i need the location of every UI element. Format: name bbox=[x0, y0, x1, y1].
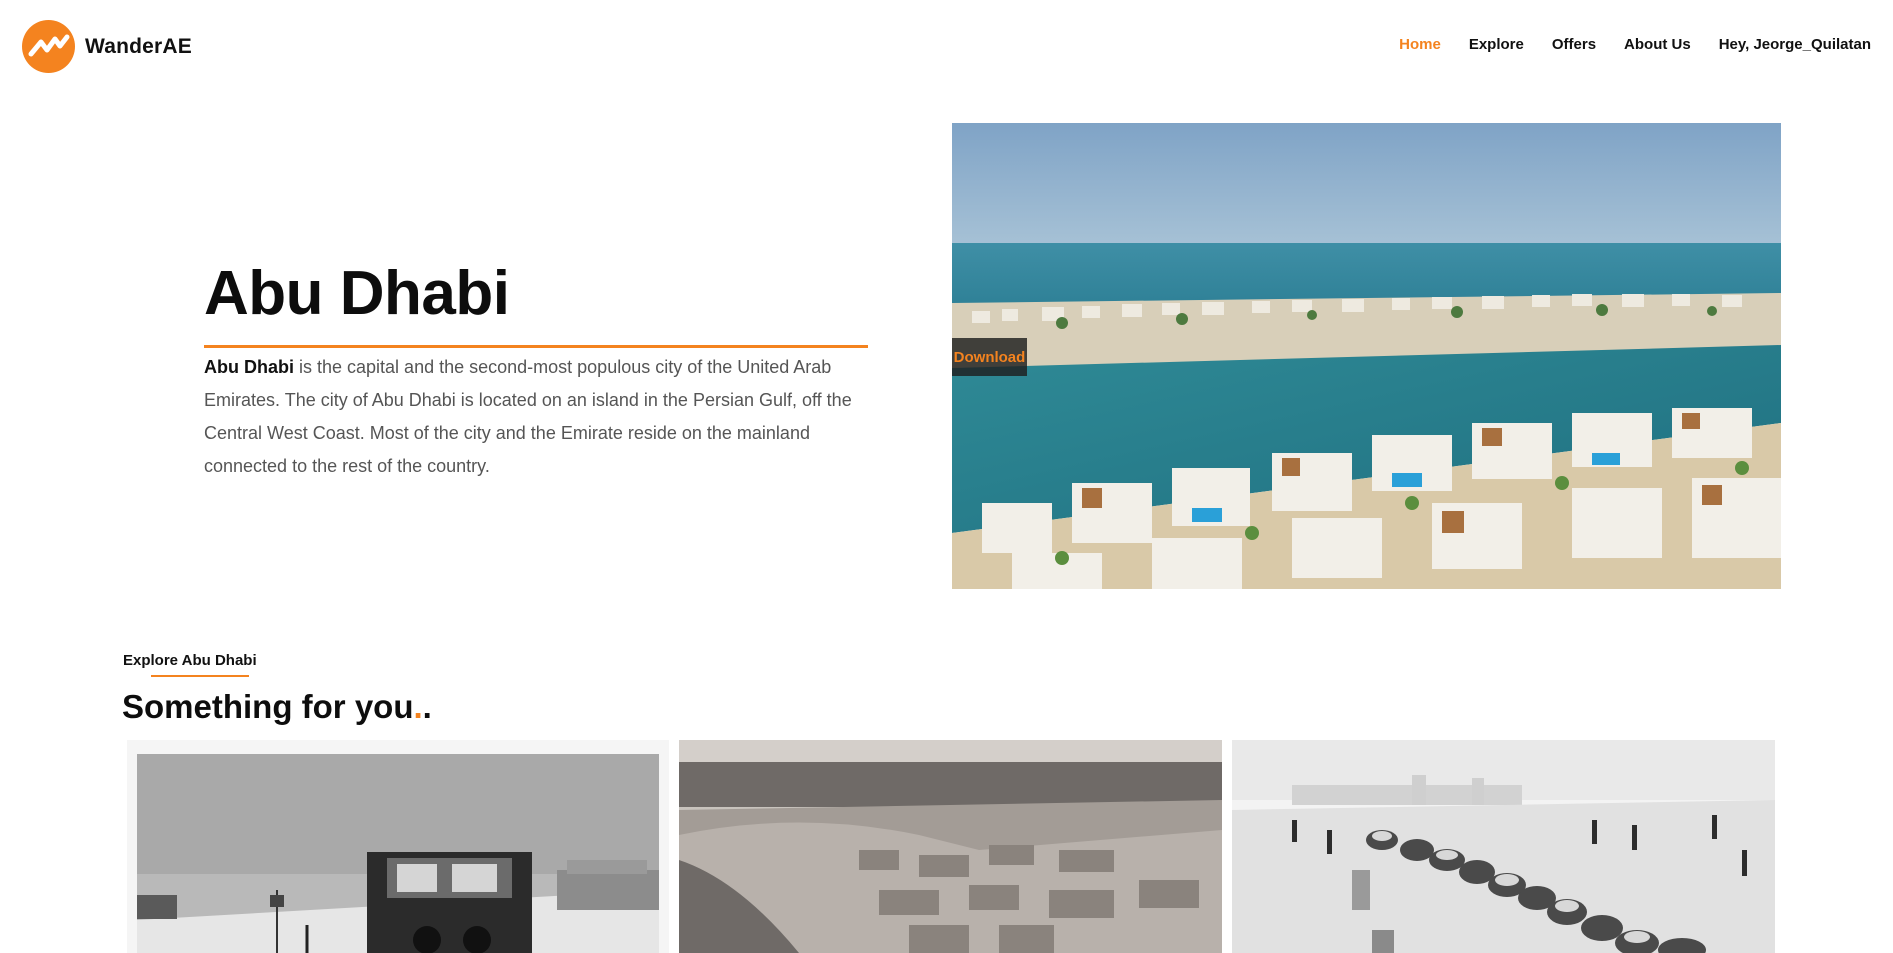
main-menu: Home Explore Offers About Us Hey, Jeorge… bbox=[1399, 36, 1871, 53]
card-aerial-city[interactable] bbox=[679, 740, 1222, 953]
hero-image-abu-dhabi-coast bbox=[952, 123, 1781, 589]
hero-description: Abu Dhabi is the capital and the second-… bbox=[204, 351, 874, 483]
nav-offers[interactable]: Offers bbox=[1552, 36, 1596, 53]
nav-explore[interactable]: Explore bbox=[1469, 36, 1524, 53]
card-camel-gathering[interactable] bbox=[1232, 740, 1775, 953]
download-button[interactable]: Download bbox=[952, 338, 1027, 376]
section-title-dot: . bbox=[422, 688, 432, 725]
nav-user-greeting[interactable]: Hey, Jeorge_Quilatan bbox=[1719, 36, 1871, 53]
card-snow-truck[interactable] bbox=[127, 740, 669, 953]
section-title-text: Something for you bbox=[122, 688, 414, 725]
nav-about-us[interactable]: About Us bbox=[1624, 36, 1691, 53]
hero-description-text: is the capital and the second-most popul… bbox=[204, 357, 852, 476]
section-title-accent-dot: . bbox=[413, 688, 423, 725]
section-kicker: Explore Abu Dhabi bbox=[123, 652, 257, 669]
section-title: Something for you.. bbox=[122, 688, 432, 726]
nav-home[interactable]: Home bbox=[1399, 36, 1441, 53]
brand-link[interactable]: WanderAE bbox=[22, 20, 192, 73]
hero-description-bold: Abu Dhabi bbox=[204, 357, 294, 377]
section-kicker-underline bbox=[151, 675, 249, 677]
wave-chart-logo-icon bbox=[22, 20, 75, 73]
brand-name: WanderAE bbox=[85, 34, 192, 58]
hero-title: Abu Dhabi bbox=[204, 259, 510, 328]
hero-divider bbox=[204, 345, 868, 348]
navbar: WanderAE Home Explore Offers About Us He… bbox=[0, 0, 1893, 92]
